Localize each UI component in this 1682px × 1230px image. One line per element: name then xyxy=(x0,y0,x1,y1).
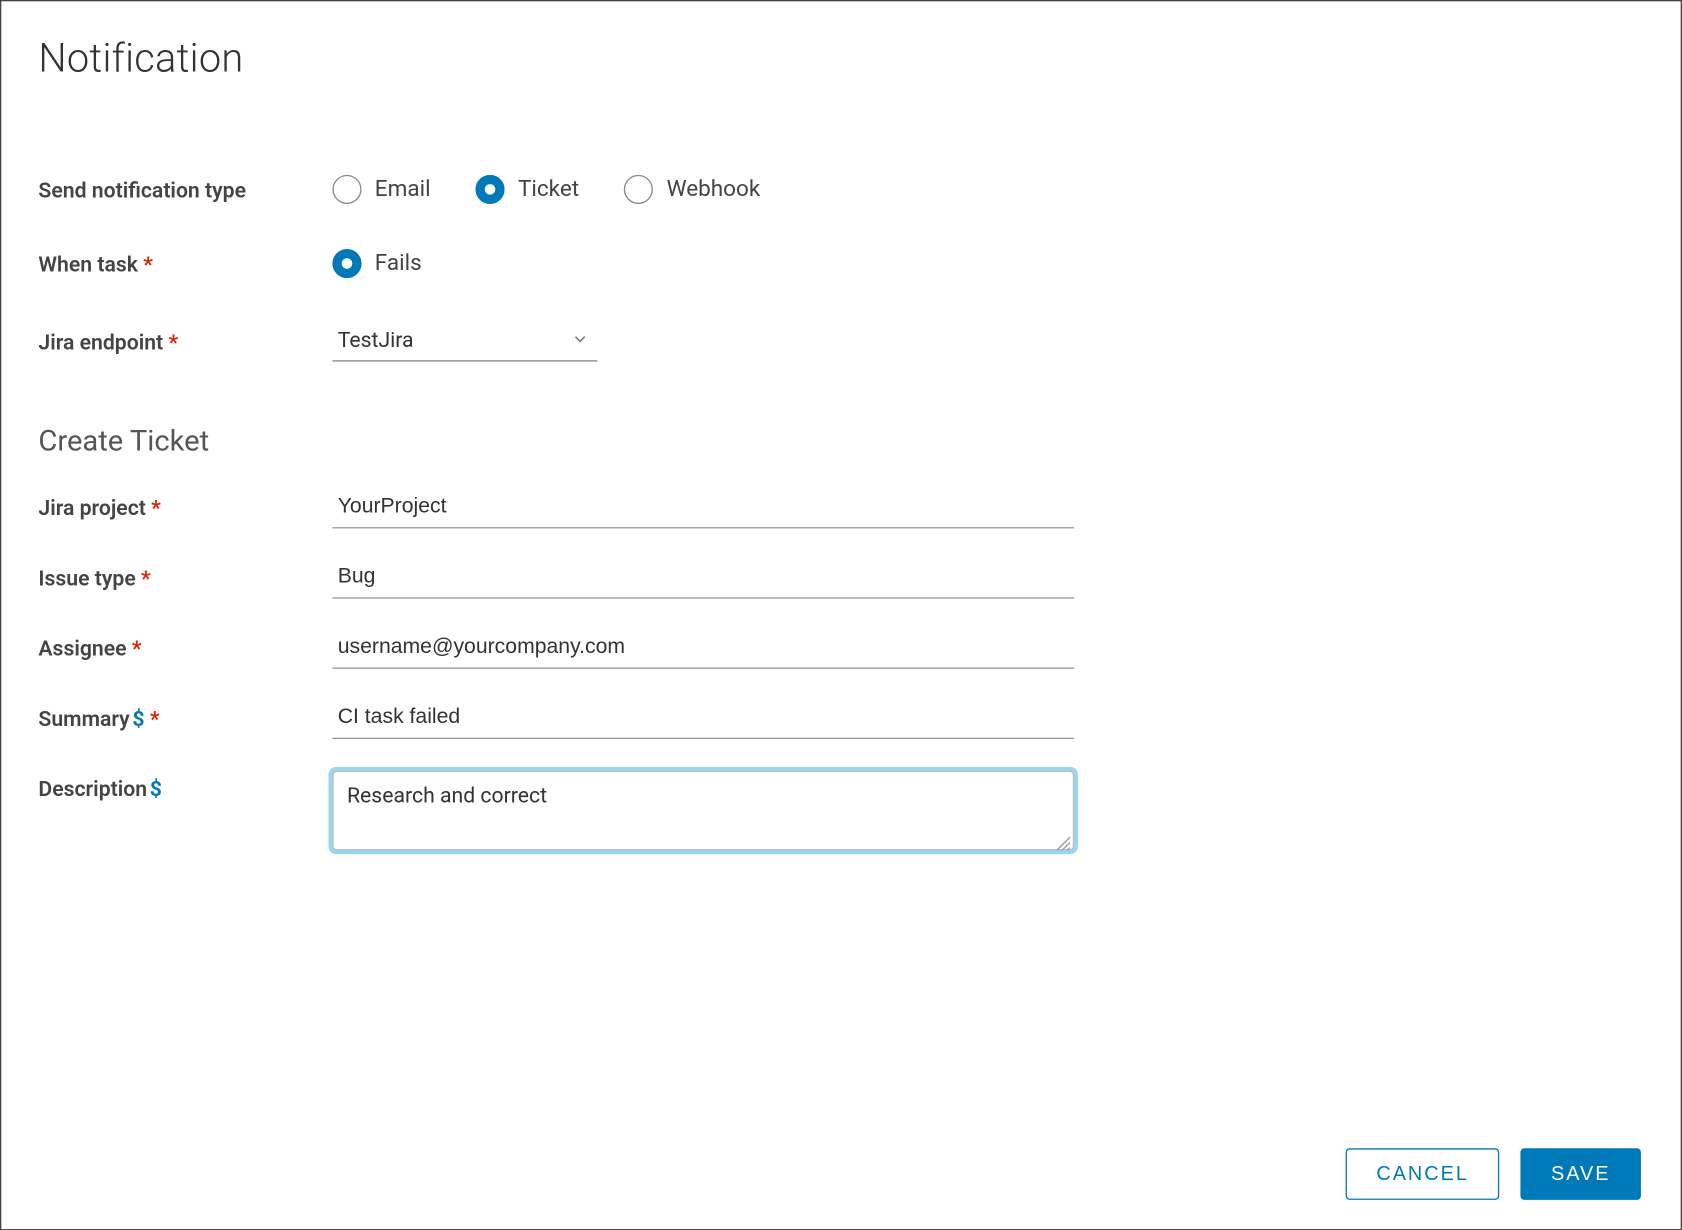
row-jira-endpoint: Jira endpoint* TestJira xyxy=(38,323,1641,361)
label-description: Description$ xyxy=(38,771,332,801)
row-jira-project: Jira project* xyxy=(38,490,1641,528)
radio-webhook-label: Webhook xyxy=(667,176,761,202)
row-when-task: When task* Fails xyxy=(38,249,1641,278)
radio-ticket-label: Ticket xyxy=(518,176,579,202)
required-marker: * xyxy=(143,251,153,276)
summary-input[interactable] xyxy=(332,701,1074,739)
save-button[interactable]: Save xyxy=(1521,1148,1641,1200)
page-title: Notification xyxy=(38,36,1641,82)
required-marker: * xyxy=(141,566,151,591)
radio-circle-icon xyxy=(476,175,505,204)
send-type-radio-group: Email Ticket Webhook xyxy=(332,175,760,204)
issue-type-input[interactable] xyxy=(332,560,1074,598)
label-send-type: Send notification type xyxy=(38,177,332,202)
radio-fails-label: Fails xyxy=(375,250,422,276)
required-marker: * xyxy=(132,636,142,661)
required-marker: * xyxy=(150,706,160,731)
row-issue-type: Issue type* xyxy=(38,560,1641,598)
description-textarea[interactable] xyxy=(334,772,1073,849)
row-summary: Summary$* xyxy=(38,701,1641,739)
description-textarea-wrap xyxy=(332,771,1074,850)
label-summary: Summary$* xyxy=(38,701,332,731)
jira-endpoint-value: TestJira xyxy=(332,323,597,361)
assignee-input[interactable] xyxy=(332,630,1074,668)
radio-email-label: Email xyxy=(375,176,431,202)
row-description: Description$ xyxy=(38,771,1641,850)
jira-project-input[interactable] xyxy=(332,490,1074,528)
required-marker: * xyxy=(151,495,161,520)
row-send-type: Send notification type Email Ticket Webh… xyxy=(38,175,1641,204)
button-bar: Cancel Save xyxy=(1346,1148,1641,1200)
cancel-button[interactable]: Cancel xyxy=(1346,1148,1499,1200)
required-marker: * xyxy=(168,330,178,355)
label-jira-endpoint: Jira endpoint* xyxy=(38,330,332,355)
radio-circle-icon xyxy=(624,175,653,204)
label-assignee: Assignee* xyxy=(38,630,332,660)
radio-email[interactable]: Email xyxy=(332,175,430,204)
row-assignee: Assignee* xyxy=(38,630,1641,668)
radio-fails[interactable]: Fails xyxy=(332,249,421,278)
when-task-radio-group: Fails xyxy=(332,249,421,278)
resize-handle-icon[interactable] xyxy=(1054,830,1070,846)
label-jira-project: Jira project* xyxy=(38,490,332,520)
label-when-task: When task* xyxy=(38,251,332,276)
radio-circle-icon xyxy=(332,249,361,278)
radio-circle-icon xyxy=(332,175,361,204)
variable-icon: $ xyxy=(150,776,162,801)
variable-icon: $ xyxy=(132,706,144,731)
radio-webhook[interactable]: Webhook xyxy=(624,175,760,204)
jira-endpoint-select[interactable]: TestJira xyxy=(332,323,597,361)
label-issue-type: Issue type* xyxy=(38,560,332,590)
section-create-ticket: Create Ticket xyxy=(38,425,1641,458)
notification-panel: Notification Send notification type Emai… xyxy=(0,0,1682,1230)
radio-ticket[interactable]: Ticket xyxy=(476,175,580,204)
